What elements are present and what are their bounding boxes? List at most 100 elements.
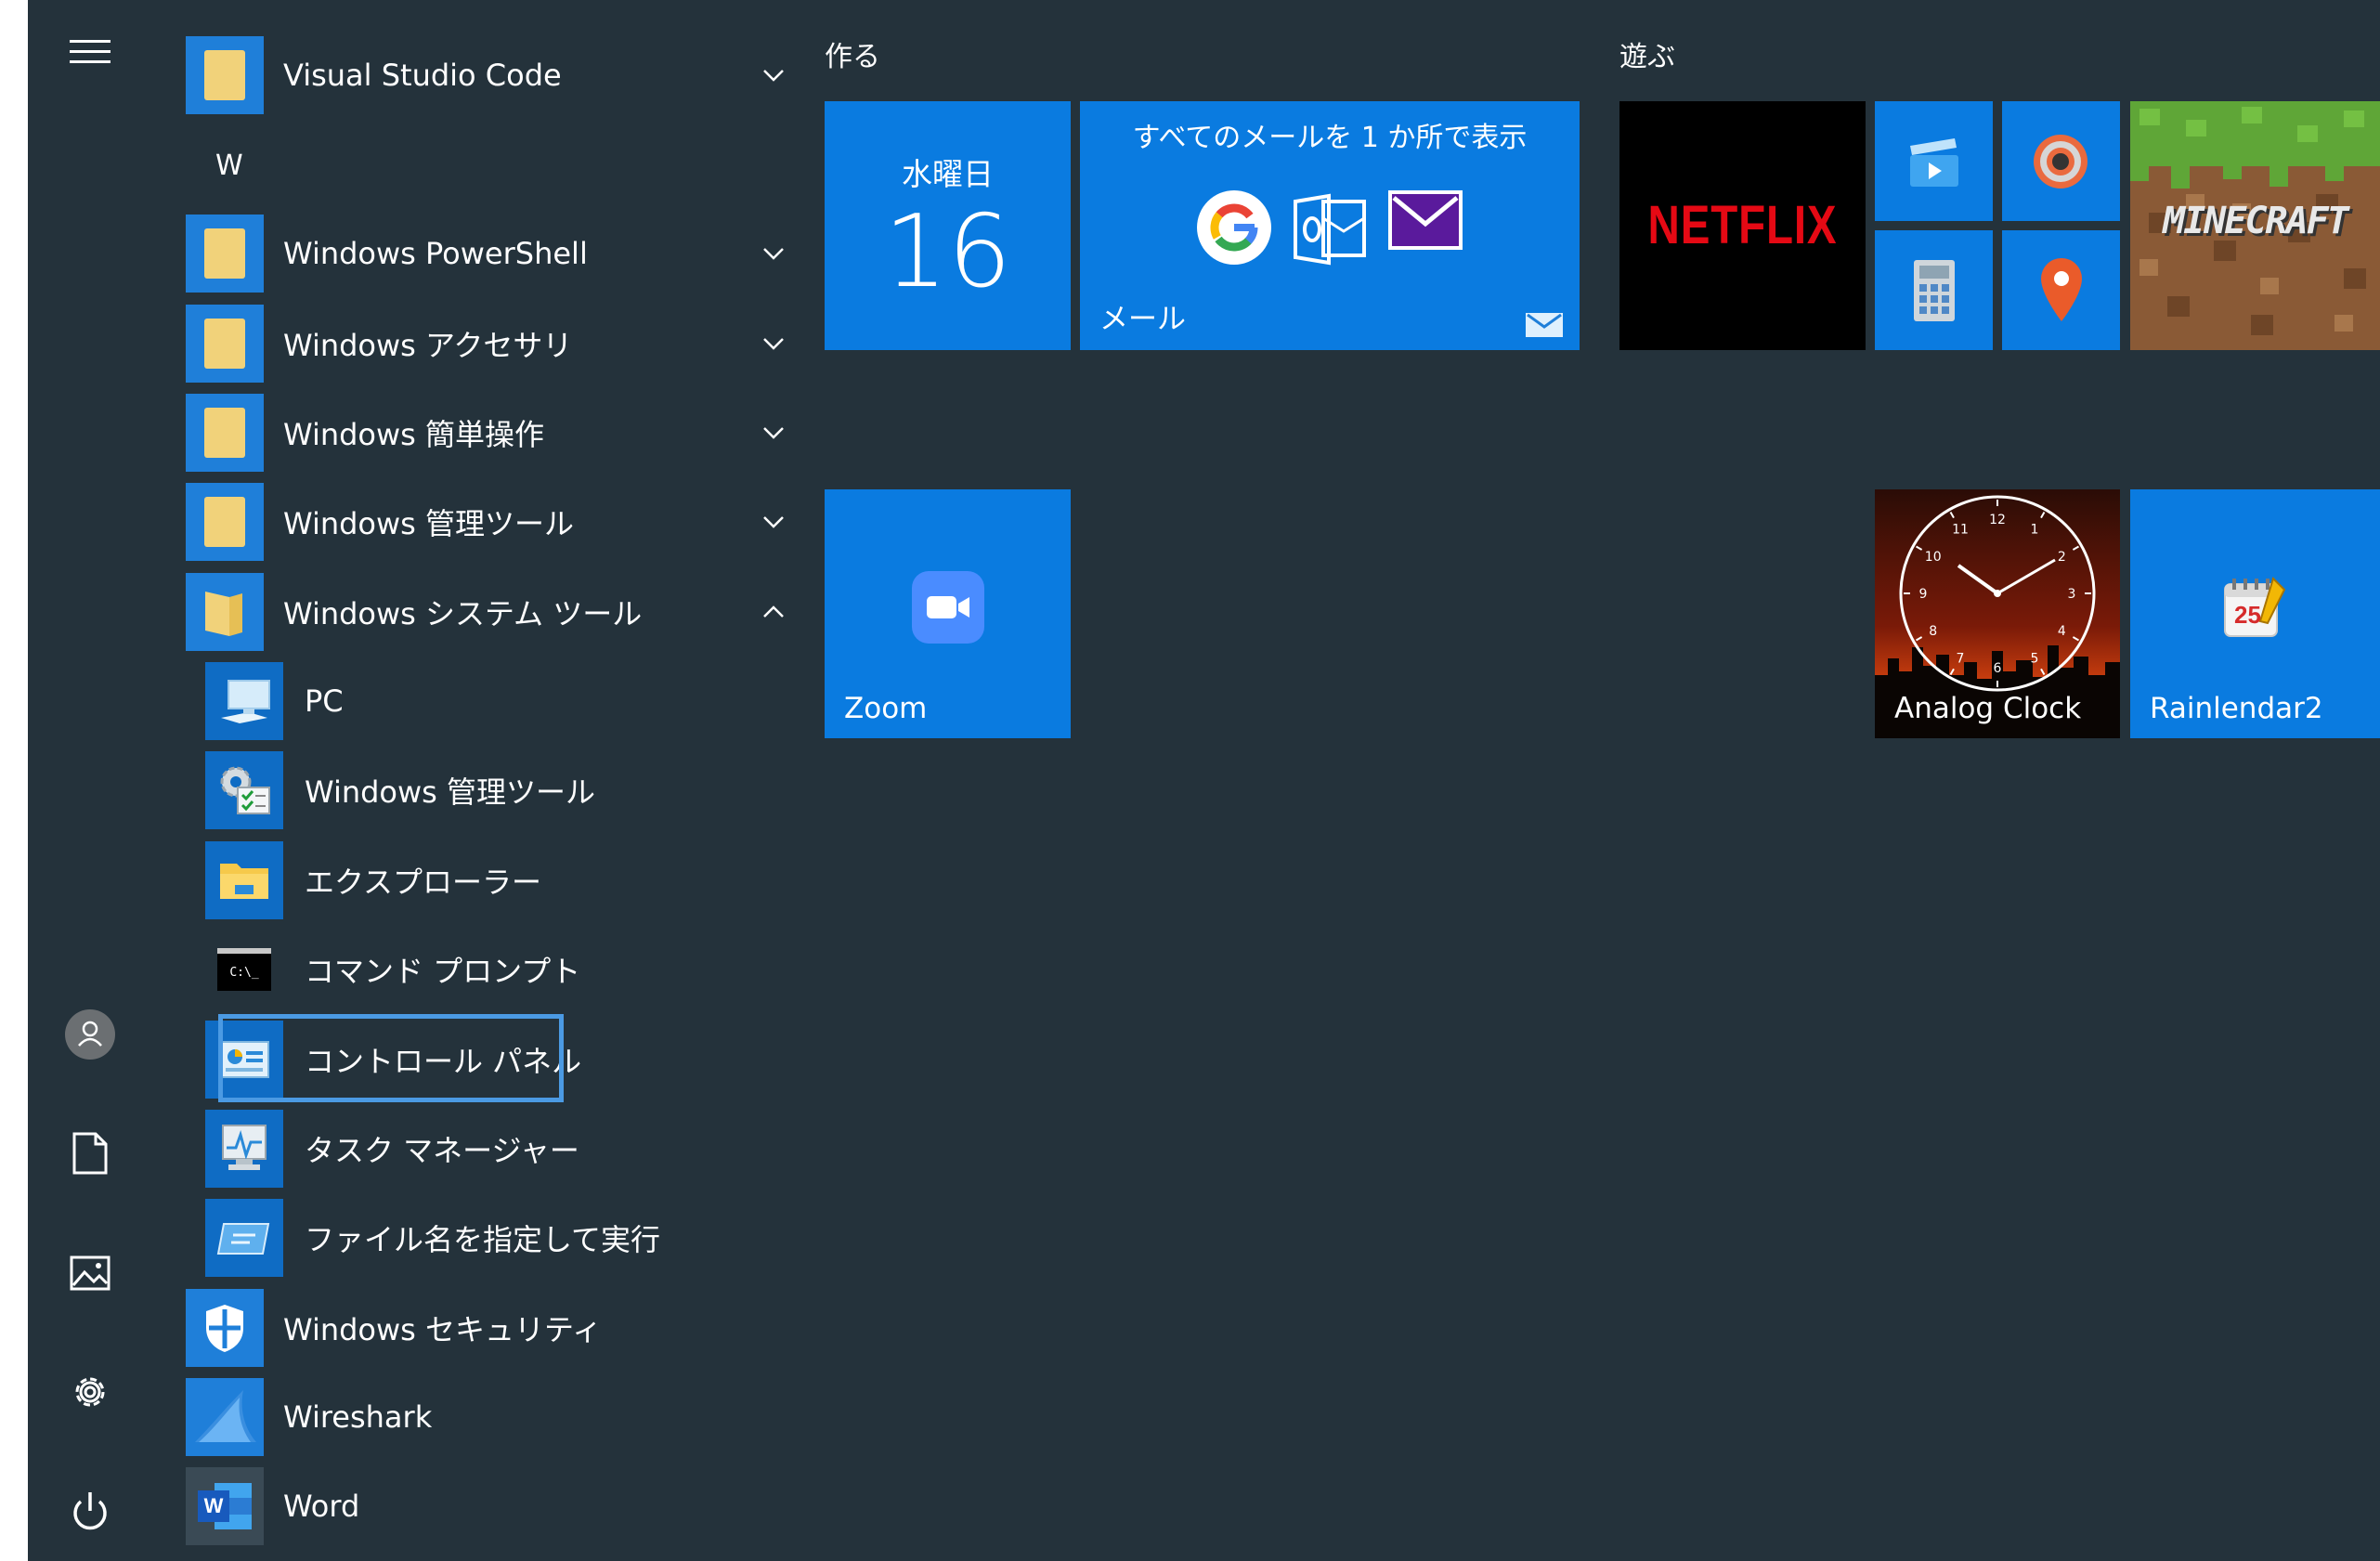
clock-numeral: 3 [2068,587,2076,602]
mail-badge-icon [1526,313,1563,337]
calendar-tile[interactable]: 水曜日 16 [825,101,1071,350]
groove-music-tile[interactable] [2002,101,2120,221]
minecraft-logo: MINECRAFT [2163,200,2349,242]
app-item-label: Windows 管理ツール [283,506,575,541]
chevron-down-icon[interactable] [761,61,786,89]
chevron-down-icon[interactable] [761,419,786,447]
calendar-day: 16 [883,194,1012,310]
app-item-windows-admin-tools[interactable]: Windows 管理ツール [205,749,595,831]
user-avatar-icon[interactable] [28,988,151,1081]
clock-numeral: 7 [1957,651,1965,666]
keyboard-focus-outline [218,1014,564,1102]
app-item-label: Windows 管理ツール [305,774,596,810]
mail-headline: すべてのメールを 1 か所で表示 [1132,122,1528,154]
clock-numeral: 2 [2058,550,2066,565]
task-manager-icon [205,1110,283,1188]
mail-tile[interactable]: すべてのメールを 1 か所で表示 メール [1080,101,1580,350]
app-item-label: エクスプローラー [305,865,542,900]
app-item-windows-accessories[interactable]: Windows アクセサリ [186,303,784,384]
app-item-label: Windows PowerShell [283,236,588,271]
pictures-icon[interactable] [28,1227,151,1320]
app-item-label: Windows システム ツール [283,596,643,631]
folder-icon [186,36,264,114]
app-item-label: Word [283,1489,360,1524]
shield-icon [186,1289,264,1367]
folder-icon [186,394,264,472]
app-item-file-explorer[interactable]: エクスプローラー [205,839,541,921]
chevron-down-icon[interactable] [761,508,786,536]
app-item-label: Windows セキュリティ [283,1312,603,1347]
app-list: Visual Studio Code W Windows PowerShell … [186,0,817,1561]
app-item-windows-security[interactable]: Windows セキュリティ [186,1287,602,1369]
documents-icon[interactable] [28,1107,151,1200]
app-item-word[interactable]: W Word [186,1465,359,1547]
netflix-tile[interactable]: NETFLIX [1619,101,1866,350]
word-icon: W [186,1467,264,1545]
minecraft-tile[interactable]: MINECRAFT [2130,101,2380,350]
zoom-tile[interactable]: Zoom [825,489,1071,738]
mail-tile-label: メール [1099,303,1186,336]
app-item-wireshark[interactable]: Wireshark [186,1376,432,1458]
clock-numeral: 5 [2031,651,2039,666]
admin-tools-icon [205,751,283,829]
analog-clock-tile-label: Analog Clock [1894,692,2082,725]
app-item-windows-system-tools[interactable]: Windows システム ツール [186,571,784,653]
wireshark-fin-icon [186,1378,264,1456]
app-item-label: PC [305,683,344,719]
settings-gear-icon[interactable] [28,1346,151,1438]
power-icon[interactable] [28,1465,151,1558]
app-item-run[interactable]: ファイル名を指定して実行 [205,1197,660,1279]
calculator-icon [1914,260,1955,321]
app-item-task-manager[interactable]: タスク マネージャー [205,1108,579,1190]
rainlendar-icon-text: 25 [2234,601,2261,629]
folder-open-icon [186,573,264,651]
tile-group-title-play[interactable]: 遊ぶ [1619,33,1675,74]
app-item-command-prompt[interactable]: C:\_ コマンド プロンプト [205,929,580,1010]
command-prompt-icon-text: C:\_ [229,965,259,980]
app-item-windows-admin-tools-folder[interactable]: Windows 管理ツール [186,481,784,563]
analog-clock-tile[interactable]: 12 1 2 3 4 5 6 7 8 9 10 11 Analog Clock [1875,489,2120,738]
groove-music-icon [2034,135,2087,189]
chevron-down-icon[interactable] [761,240,786,267]
movies-tv-tile[interactable] [1875,101,1993,221]
calculator-tile[interactable] [1875,230,1993,350]
app-item-label: タスク マネージャー [305,1133,579,1168]
map-pin-icon [2041,258,2082,321]
app-item-windows-powershell[interactable]: Windows PowerShell [186,213,784,294]
app-item-label: Windows 簡単操作 [283,417,545,452]
section-letter-w[interactable]: W [215,150,243,182]
rainlendar-tile[interactable]: 25 Rainlendar2 [2130,489,2380,738]
tile-group-title-create[interactable]: 作る [825,33,880,74]
word-icon-text: W [203,1494,224,1517]
zoom-tile-label: Zoom [844,692,928,725]
clock-numeral: 9 [1919,587,1928,602]
start-menu: Visual Studio Code W Windows PowerShell … [28,0,2380,1561]
clock-numeral: 8 [1929,624,1937,639]
hamburger-menu-icon[interactable] [28,6,151,98]
google-icon [1197,190,1271,265]
zoom-icon [912,571,984,644]
chevron-up-icon[interactable] [761,598,786,626]
command-prompt-icon: C:\_ [205,930,283,1008]
pc-icon [205,662,283,740]
rainlendar-tile-label: Rainlendar2 [2150,692,2323,725]
clock-numeral: 11 [1952,523,1969,538]
app-item-visual-studio-code[interactable]: Visual Studio Code [186,34,784,116]
file-explorer-icon [205,841,283,919]
maps-tile[interactable] [2002,230,2120,350]
run-icon [205,1199,283,1277]
outlook-icon [1292,192,1370,267]
app-item-label: Visual Studio Code [283,58,562,93]
app-item-label: Windows アクセサリ [283,328,573,363]
folder-icon [186,305,264,383]
app-item-windows-ease-of-access[interactable]: Windows 簡単操作 [186,392,784,474]
app-item-pc[interactable]: PC [205,660,344,742]
clock-numeral: 1 [2031,523,2039,538]
app-item-label: コマンド プロンプト [305,954,581,989]
calendar-weekday: 水曜日 [902,156,994,192]
chevron-down-icon[interactable] [761,330,786,358]
netflix-logo: NETFLIX [1647,195,1838,255]
folder-icon [186,215,264,293]
app-item-label: Wireshark [283,1399,433,1435]
folder-icon [186,483,264,561]
